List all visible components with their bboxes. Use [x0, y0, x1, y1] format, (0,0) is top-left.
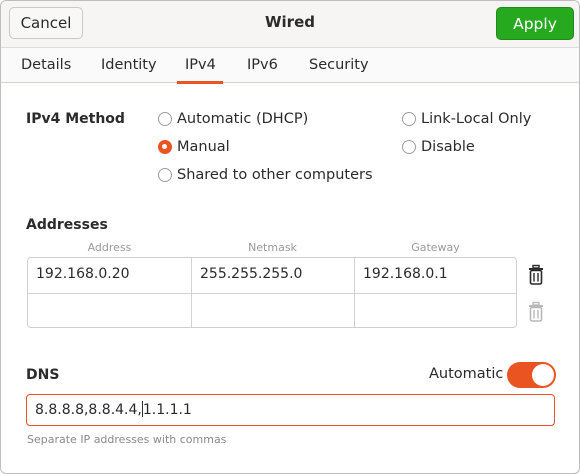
column-header-gateway: Gateway	[411, 241, 460, 254]
radio-label: Disable	[421, 139, 475, 155]
dns-label: DNS	[26, 367, 60, 383]
tab-security[interactable]: Security	[301, 48, 369, 83]
radio-button-icon	[402, 140, 416, 154]
radio-button-selected-icon	[158, 140, 172, 154]
radio-shared-to-other-computers[interactable]: Shared to other computers	[158, 165, 373, 185]
addresses-table: 192.168.0.20 255.255.255.0 192.168.0.1	[27, 257, 517, 328]
tab-details[interactable]: Details	[13, 48, 77, 83]
radio-button-icon	[402, 112, 416, 126]
gateway-field[interactable]: 192.168.0.1	[355, 258, 516, 293]
apply-button[interactable]: Apply	[496, 7, 574, 40]
radio-label: Link-Local Only	[421, 111, 532, 127]
tab-bar: Details Identity IPv4 IPv6 Security	[1, 47, 579, 84]
addresses-label: Addresses	[26, 217, 108, 233]
netmask-field[interactable]	[192, 294, 354, 327]
toggle-knob	[532, 364, 554, 386]
dns-automatic-toggle[interactable]	[507, 362, 556, 388]
address-field[interactable]: 192.168.0.20	[28, 258, 191, 293]
radio-disable[interactable]: Disable	[402, 137, 475, 157]
tab-ipv4[interactable]: IPv4	[177, 48, 223, 84]
radio-label: Manual	[177, 139, 230, 155]
address-field[interactable]	[28, 294, 191, 327]
dns-hint-text: Separate IP addresses with commas	[27, 433, 227, 446]
radio-link-local-only[interactable]: Link-Local Only	[402, 109, 531, 129]
radio-automatic-dhcp[interactable]: Automatic (DHCP)	[158, 109, 308, 129]
tab-identity[interactable]: Identity	[93, 48, 161, 83]
wired-settings-dialog: Cancel Wired Apply Details Identity IPv4…	[0, 0, 580, 474]
row-divider	[28, 293, 516, 294]
radio-label: Shared to other computers	[177, 167, 373, 183]
ipv4-method-label: IPv4 Method	[26, 111, 125, 127]
dns-automatic-label: Automatic	[429, 366, 504, 382]
radio-label: Automatic (DHCP)	[177, 111, 309, 127]
radio-button-icon	[158, 112, 172, 126]
gateway-field[interactable]	[355, 294, 516, 327]
radio-manual[interactable]: Manual	[158, 137, 230, 157]
dns-servers-input[interactable]: 8.8.8.8,8.8.4.4,1.1.1.1	[26, 394, 555, 426]
dns-text-before-cursor: 8.8.8.8,8.8.4.4,	[35, 402, 142, 418]
header-bar: Cancel Wired Apply	[1, 1, 579, 47]
dns-text-after-cursor: 1.1.1.1	[142, 402, 192, 418]
radio-button-icon	[158, 168, 172, 182]
tab-ipv6[interactable]: IPv6	[239, 48, 285, 83]
column-header-netmask: Netmask	[248, 241, 297, 254]
trash-icon[interactable]	[527, 301, 545, 323]
trash-icon[interactable]	[527, 264, 545, 286]
cancel-button[interactable]: Cancel	[9, 7, 83, 39]
netmask-field[interactable]: 255.255.255.0	[192, 258, 354, 293]
window-title: Wired	[265, 13, 315, 31]
column-header-address: Address	[87, 241, 132, 254]
